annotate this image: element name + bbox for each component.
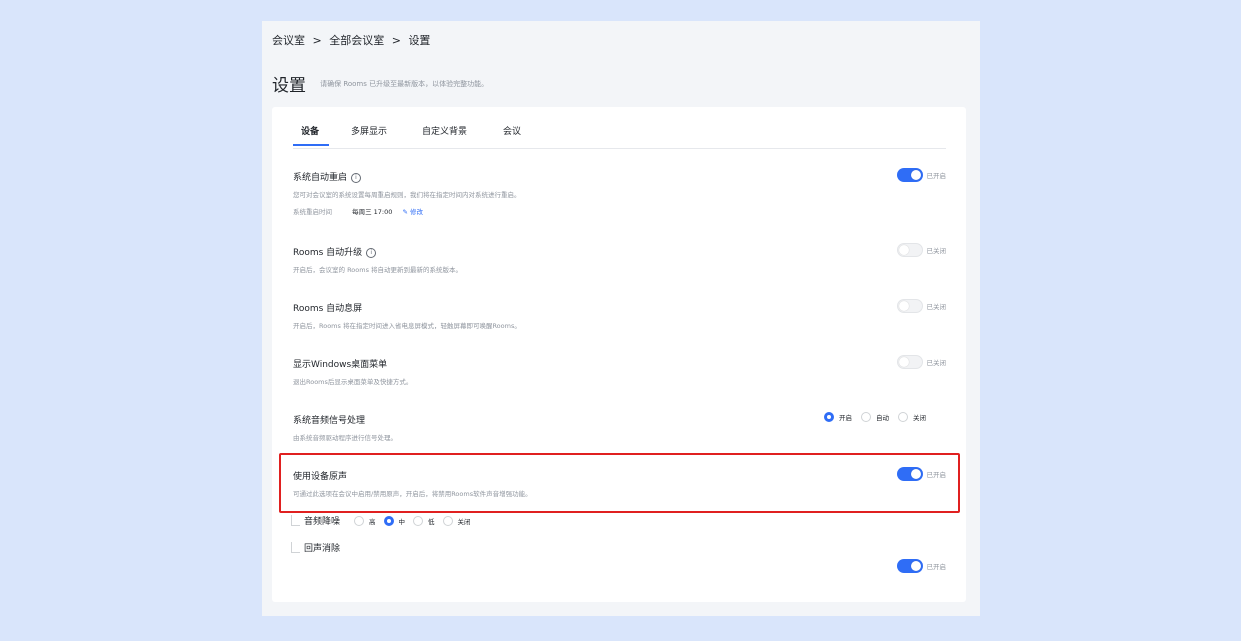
radio-button[interactable]	[861, 412, 871, 422]
radio-label: 关闭	[913, 414, 926, 422]
tree-connector	[291, 515, 300, 526]
echo-cancel-label: 回声消除	[304, 544, 341, 554]
toggle-knob	[910, 170, 921, 180]
breadcrumb-item-settings: 设置	[408, 34, 431, 47]
toggle-knob	[898, 245, 909, 255]
tab-bar: 设备 多屏显示 自定义背景 会议	[293, 124, 946, 149]
audio-processing-radio-group: 开启 自动 关闭	[815, 412, 926, 422]
toggle-state-label: 已关闭	[926, 247, 947, 255]
restart-time-label: 系统重启时间	[293, 208, 332, 216]
highlight-box	[279, 453, 960, 513]
info-circle-icon[interactable]: i	[351, 173, 362, 183]
breadcrumb-separator: >	[391, 34, 401, 47]
radio-button[interactable]	[898, 412, 908, 422]
setting-description: 退出Rooms后显示桌面菜单及快捷方式。	[293, 378, 413, 386]
edit-restart-time-button[interactable]: ✎ 修改	[402, 208, 423, 216]
auto-screen-off-toggle[interactable]	[896, 299, 923, 313]
setting-description: 开启后，会议室的 Rooms 将自动更新到最新的系统版本。	[293, 266, 463, 274]
radio-label: 中	[398, 517, 406, 526]
radio-button[interactable]	[824, 412, 834, 422]
radio-label: 开启	[839, 414, 852, 422]
active-tab-indicator	[293, 144, 329, 146]
radio-option-low[interactable]: 低	[413, 515, 435, 526]
setting-title: 系统自动重启	[293, 173, 348, 183]
radio-option-medium[interactable]: 中	[383, 515, 406, 526]
radio-option-high[interactable]: 高	[354, 515, 376, 526]
setting-auto-restart: 系统自动重启 i 您可对会议室的系统设置每周重启规则，我们将在指定时间内对系统进行…	[293, 168, 947, 216]
breadcrumb-separator: >	[312, 34, 322, 47]
auto-restart-toggle[interactable]	[896, 168, 923, 182]
title-row: 设置 请确保 Rooms 已升级至最新版本，以体验完整功能。	[272, 71, 488, 96]
setting-windows-menu: 显示Windows桌面菜单 退出Rooms后显示桌面菜单及快捷方式。 已关闭	[293, 355, 947, 386]
tab-meeting[interactable]: 会议	[503, 124, 521, 137]
restart-time-value: 每周三 17:00	[352, 208, 393, 216]
tab-multi-screen[interactable]: 多屏显示	[351, 124, 387, 137]
noise-reduction-row: 音频降噪 高 中 低 关闭	[291, 514, 479, 527]
radio-label: 低	[428, 517, 435, 526]
radio-option-on[interactable]: 开启	[824, 412, 852, 422]
radio-option-auto[interactable]: 自动	[861, 412, 889, 422]
toggle-knob	[910, 561, 921, 571]
setting-title: 显示Windows桌面菜单	[293, 360, 388, 370]
toggle-state-label: 已开启	[926, 563, 947, 571]
page-title: 设置	[272, 76, 306, 96]
radio-button[interactable]	[413, 515, 424, 526]
toggle-knob	[898, 301, 909, 311]
info-circle-icon[interactable]: i	[366, 248, 377, 258]
tab-custom-background[interactable]: 自定义背景	[422, 124, 467, 137]
setting-description: 开启后，Rooms 将在指定时间进入省电息屏模式，轻触屏幕即可唤醒Rooms。	[293, 322, 521, 330]
tree-connector	[291, 542, 300, 553]
toggle-knob	[898, 357, 909, 367]
setting-description: 您可对会议室的系统设置每周重启规则，我们将在指定时间内对系统进行重启。	[293, 191, 521, 199]
setting-title: Rooms 自动升级	[293, 248, 363, 258]
radio-label: 关闭	[457, 517, 471, 526]
radio-button[interactable]	[354, 515, 365, 526]
radio-button[interactable]	[383, 515, 394, 526]
setting-description: 由系统音频驱动程序进行信号处理。	[293, 434, 397, 442]
edit-label: 修改	[410, 208, 423, 216]
toggle-state-label: 已开启	[926, 172, 947, 180]
noise-reduction-label: 音频降噪	[304, 517, 341, 527]
setting-title: Rooms 自动息屏	[293, 304, 363, 314]
radio-option-off[interactable]: 关闭	[898, 412, 926, 422]
radio-option-off[interactable]: 关闭	[442, 515, 471, 526]
page-hint: 请确保 Rooms 已升级至最新版本，以体验完整功能。	[320, 79, 489, 88]
tab-device[interactable]: 设备	[301, 124, 319, 137]
toggle-state-label: 已关闭	[926, 303, 947, 311]
radio-button[interactable]	[442, 515, 453, 526]
radio-label: 自动	[876, 414, 889, 422]
auto-upgrade-toggle[interactable]	[896, 243, 923, 257]
breadcrumb: 会议室 > 全部会议室 > 设置	[272, 32, 434, 48]
settings-card: 设备 多屏显示 自定义背景 会议 系统自动重启 i 您可对会议室的系统设置每周重启…	[272, 107, 966, 602]
toggle-state-label: 已关闭	[926, 359, 947, 367]
setting-auto-screen-off: Rooms 自动息屏 开启后，Rooms 将在指定时间进入省电息屏模式，轻触屏幕…	[293, 299, 947, 330]
breadcrumb-item-rooms[interactable]: 会议室	[272, 34, 305, 47]
setting-audio-processing: 系统音频信号处理 由系统音频驱动程序进行信号处理。 开启 自动 关闭	[293, 412, 946, 442]
pencil-icon: ✎	[402, 208, 408, 216]
radio-label: 高	[369, 517, 376, 526]
breadcrumb-item-all-rooms[interactable]: 全部会议室	[329, 34, 384, 47]
setting-auto-upgrade: Rooms 自动升级 i 开启后，会议室的 Rooms 将自动更新到最新的系统版本…	[293, 243, 947, 274]
echo-cancel-toggle[interactable]	[896, 559, 923, 573]
echo-cancel-row: 回声消除	[291, 541, 354, 554]
restart-time-row: 系统重启时间 每周三 17:00 ✎ 修改	[293, 206, 946, 216]
windows-menu-toggle[interactable]	[896, 355, 923, 369]
